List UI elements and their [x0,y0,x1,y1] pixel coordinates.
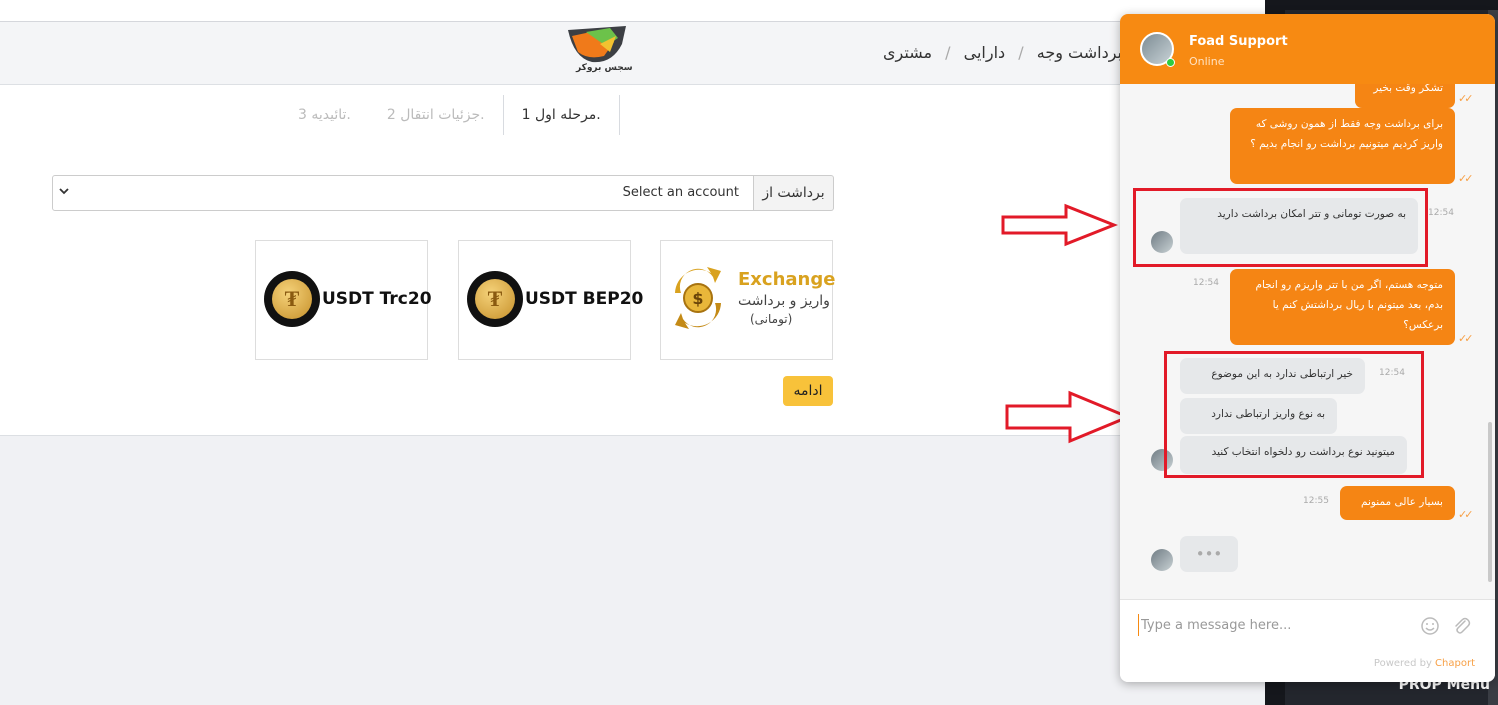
chat-messages: تشکر وقت بخیر ✓✓ برای برداشت وجه فقط از … [1120,84,1495,599]
svg-text:$: $ [692,289,703,308]
read-check-icon: ✓✓ [1458,332,1474,345]
agent-small-avatar [1151,549,1173,571]
red-arrow-icon [1005,390,1132,444]
method-card-usdt-trc20[interactable]: ₮ USDT Trc20 [255,240,432,360]
exchange-subtitle-toman: (تومانی) [750,312,793,326]
exchange-title: Exchange [738,269,836,290]
highlight-box [1133,188,1428,267]
highlight-box [1164,351,1424,478]
wizard-steps: تائیدیه 3. جزئیات انتقال 2. مرحله اول 1. [280,95,620,135]
message-input[interactable] [1138,614,1418,636]
account-select-value: Select an account [622,185,739,200]
brand-logo[interactable]: سجس بروکر [560,22,634,80]
fox-logo-icon [568,26,626,63]
agent-name: Foad Support [1189,34,1288,49]
breadcrumb-separator: / [945,43,951,62]
page-header: سجس بروکر برداشت وجه / دارایی / مشتری [0,22,1265,85]
breadcrumb-customer[interactable]: مشتری [883,43,932,62]
read-check-icon: ✓✓ [1458,172,1474,185]
message-outgoing: برای برداشت وجه فقط از همون روشی که واری… [1230,108,1455,184]
powered-by[interactable]: Powered by Chaport [1374,658,1475,669]
tether-coin-icon: ₮ [467,271,523,327]
breadcrumb-current: برداشت وجه [1036,43,1122,62]
chat-widget: Foad Support Online تشکر وقت بخیر ✓✓ برا… [1120,14,1495,682]
message-time: 12:54 [1193,278,1219,288]
breadcrumb-assets[interactable]: دارایی [964,43,1006,62]
step-first[interactable]: مرحله اول 1. [502,95,620,135]
step-confirmation: تائیدیه 3. [298,107,351,123]
account-row: Select an account برداشت از [52,175,834,211]
chat-header: Foad Support Online [1120,14,1495,84]
step-transfer-details: جزئیات انتقال 2. [386,107,485,123]
chevron-down-icon [59,188,69,195]
exchange-subtitle: واریز و برداشت [738,293,830,309]
account-select[interactable]: Select an account [52,175,754,211]
red-arrow-icon [1001,203,1118,247]
method-label: USDT BEP20 [525,289,644,309]
typing-indicator: ••• [1180,536,1238,572]
account-label: برداشت از [754,175,834,211]
message-outgoing: تشکر وقت بخیر [1355,84,1455,108]
exchange-dollar-icon: $ [675,267,721,329]
powered-prefix: Powered by [1373,658,1436,669]
method-card-exchange[interactable]: $ Exchange واریز و برداشت (تومانی) [660,240,836,360]
message-outgoing: بسیار عالی ممنونم [1340,486,1455,520]
logo-text: سجس بروکر [576,63,633,73]
message-outgoing: متوجه هستم، اگر من با تتر واریزم رو انجا… [1230,269,1455,345]
chat-footer: Powered by Chaport [1120,599,1495,682]
chat-scrollbar[interactable] [1488,422,1492,582]
agent-status: Online [1189,55,1225,68]
attachment-icon[interactable] [1450,615,1472,637]
breadcrumb: برداشت وجه / دارایی / مشتری [883,43,1122,62]
online-indicator [1166,58,1175,67]
continue-button[interactable]: ادامه [783,376,833,406]
top-strip [0,0,1265,22]
message-time: 12:55 [1303,496,1329,506]
method-card-usdt-bep20[interactable]: ₮ USDT BEP20 [458,240,643,360]
method-label: USDT Trc20 [322,289,432,309]
breadcrumb-separator: / [1018,43,1024,62]
powered-brand: Chaport [1435,658,1475,669]
read-check-icon: ✓✓ [1458,508,1474,521]
withdraw-panel: تائیدیه 3. جزئیات انتقال 2. مرحله اول 1.… [0,85,1265,436]
message-time: 12:54 [1428,208,1454,218]
read-check-icon: ✓✓ [1458,92,1474,105]
tether-coin-icon: ₮ [264,271,320,327]
emoji-icon[interactable] [1420,616,1440,636]
